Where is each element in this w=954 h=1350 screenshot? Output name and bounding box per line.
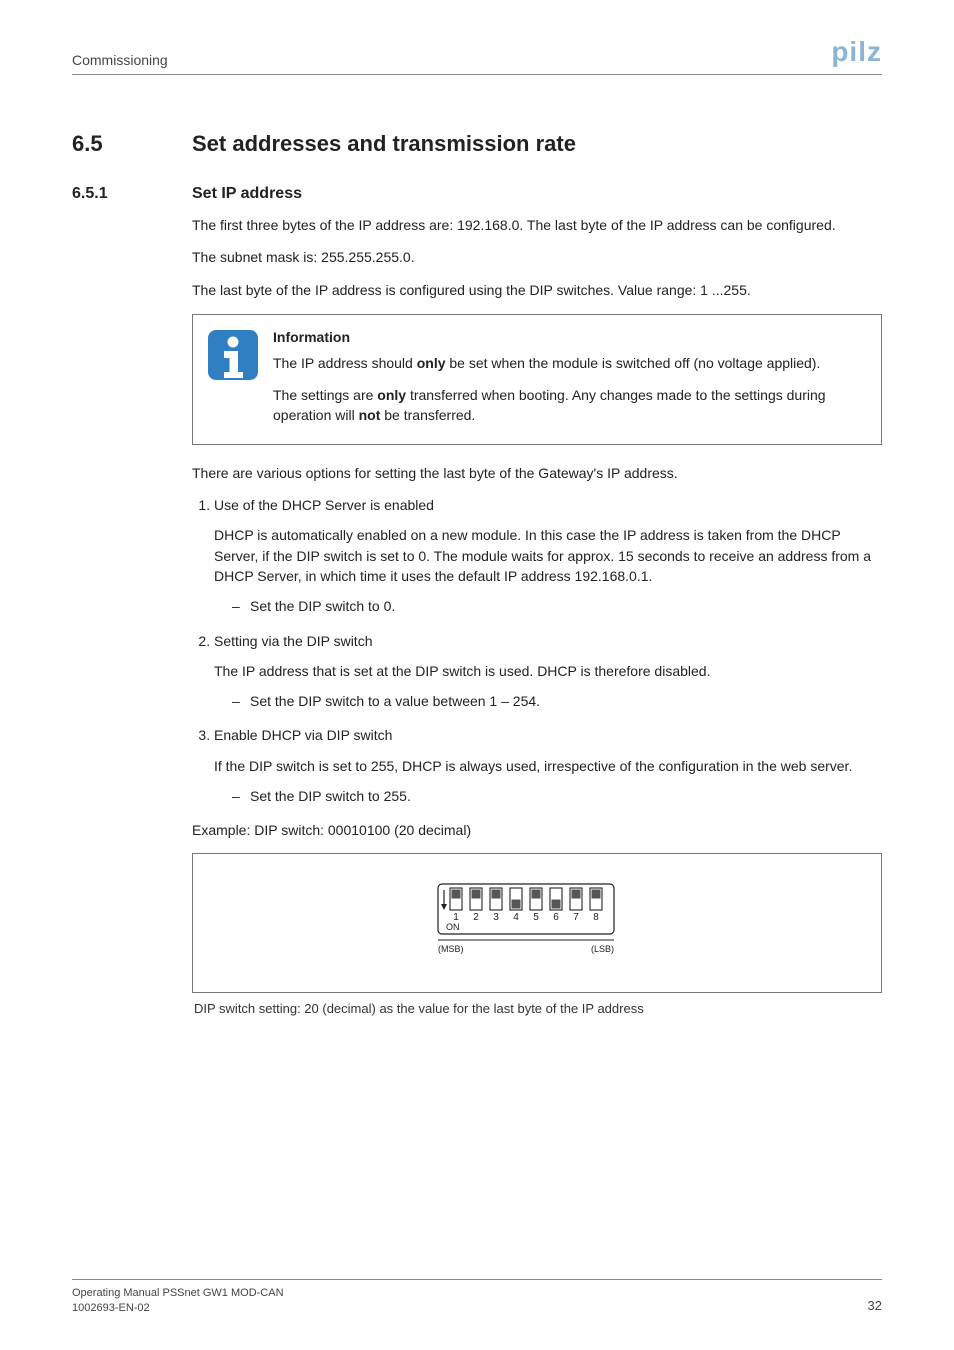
dash-list: Set the DIP switch to 255. [214, 786, 882, 806]
text-bold: only [377, 387, 406, 403]
page-number: 32 [868, 1286, 882, 1313]
list-item: Set the DIP switch to a value between 1 … [232, 691, 882, 711]
info-icon [207, 329, 259, 381]
list-item-head: Setting via the DIP switch [214, 631, 882, 651]
dip-switch-diagram: 1 2 3 4 5 6 7 8 ON (MSB) (LSB) [432, 880, 642, 970]
dip-num: 3 [493, 912, 499, 923]
paragraph: DHCP is automatically enabled on a new m… [214, 525, 882, 586]
list-item: Enable DHCP via DIP switch If the DIP sw… [214, 725, 882, 806]
information-callout: Information The IP address should only b… [192, 314, 882, 445]
text-run: be set when the module is switched off (… [446, 355, 821, 371]
header-section-title: Commissioning [72, 52, 168, 68]
section-title: Set addresses and transmission rate [192, 131, 882, 157]
section-6-5-heading: 6.5 Set addresses and transmission rate [72, 131, 882, 179]
on-label: ON [446, 922, 460, 932]
section-number: 6.5 [72, 131, 192, 157]
dip-num: 2 [473, 912, 479, 923]
list-item-head: Use of the DHCP Server is enabled [214, 495, 882, 515]
lsb-label: (LSB) [591, 944, 614, 954]
list-item: Set the DIP switch to 255. [232, 786, 882, 806]
dip-num: 8 [593, 912, 599, 923]
list-item-head: Enable DHCP via DIP switch [214, 725, 882, 745]
dip-num: 5 [533, 912, 539, 923]
information-text: Information The IP address should only b… [273, 329, 865, 430]
footer-left: Operating Manual PSSnet GW1 MOD-CAN 1002… [72, 1286, 284, 1316]
footer-line: 1002693-EN-02 [72, 1301, 284, 1316]
paragraph: The subnet mask is: 255.255.255.0. [192, 247, 882, 267]
subsection-title: Set IP address [192, 185, 882, 203]
information-title: Information [273, 329, 865, 345]
list-item: Use of the DHCP Server is enabled DHCP i… [214, 495, 882, 616]
paragraph: There are various options for setting th… [192, 463, 882, 483]
dip-num: 4 [513, 912, 519, 923]
list-item: Setting via the DIP switch The IP addres… [214, 631, 882, 712]
paragraph: Example: DIP switch: 00010100 (20 decima… [192, 820, 882, 840]
paragraph: If the DIP switch is set to 255, DHCP is… [214, 756, 882, 776]
dip-num: 7 [573, 912, 579, 923]
paragraph: The IP address should only be set when t… [273, 353, 865, 373]
section-6-5-1-heading: 6.5.1 Set IP address [72, 185, 882, 215]
text-bold: only [417, 355, 446, 371]
dip-num: 6 [553, 912, 559, 923]
dash-list: Set the DIP switch to a value between 1 … [214, 691, 882, 711]
text-run: The IP address should [273, 355, 417, 371]
page-footer: Operating Manual PSSnet GW1 MOD-CAN 1002… [72, 1279, 882, 1316]
text-run: be transferred. [380, 407, 475, 423]
figure-caption: DIP switch setting: 20 (decimal) as the … [194, 1001, 882, 1016]
msb-label: (MSB) [438, 944, 464, 954]
text-bold: not [359, 407, 381, 423]
footer-line: Operating Manual PSSnet GW1 MOD-CAN [72, 1286, 284, 1301]
paragraph: The first three bytes of the IP address … [192, 215, 882, 235]
list-item: Set the DIP switch to 0. [232, 596, 882, 616]
brand-logo: pilz [831, 36, 882, 68]
subsection-number: 6.5.1 [72, 185, 192, 203]
text-run: The settings are [273, 387, 377, 403]
dash-list: Set the DIP switch to 0. [214, 596, 882, 616]
figure-dip-switch: 1 2 3 4 5 6 7 8 ON (MSB) (LSB) [192, 853, 882, 993]
ordered-list: Use of the DHCP Server is enabled DHCP i… [192, 495, 882, 806]
paragraph: The settings are only transferred when b… [273, 385, 865, 426]
page-header: Commissioning pilz [72, 36, 882, 75]
paragraph: The last byte of the IP address is confi… [192, 280, 882, 300]
paragraph: The IP address that is set at the DIP sw… [214, 661, 882, 681]
content-body: The first three bytes of the IP address … [192, 215, 882, 1016]
